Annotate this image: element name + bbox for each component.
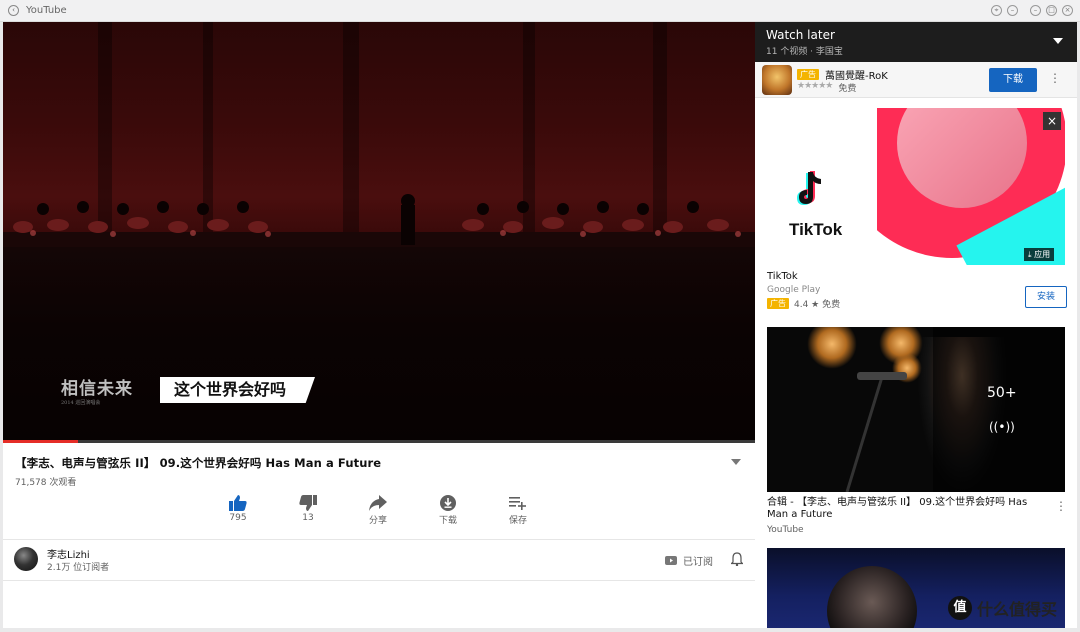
ad-app-name: 萬國覺醒-RoK — [825, 71, 888, 82]
watch-later-title: Watch later — [766, 28, 835, 42]
lyric-caption: 这个世界会好吗 — [160, 377, 315, 403]
thumbs-up-icon — [213, 493, 263, 513]
more-options-icon[interactable]: ⋮ — [1055, 499, 1067, 513]
dislike-count: 13 — [302, 513, 314, 523]
app-tag: ⤓ 应用 — [1024, 248, 1055, 261]
thumbs-down-icon — [283, 493, 333, 513]
ad-download-button[interactable]: 下载 — [989, 68, 1037, 92]
tiktok-wordmark: TikTok — [789, 220, 843, 239]
video-player[interactable]: 相信未来 2014 巡回演唱会 这个世界会好吗 — [3, 22, 755, 443]
ad-title[interactable]: TikTok — [767, 271, 798, 282]
youtube-play-icon — [665, 556, 677, 565]
share-button[interactable]: 分享 — [353, 493, 403, 526]
mix-title[interactable]: 合辑 - 【李志、电声与管弦乐 II】 09.这个世界会好吗 Has Man a… — [767, 497, 1037, 521]
ad-price: 免费 — [838, 84, 857, 94]
watch-later-header[interactable]: Watch later 11 个视频 · 李国宝 — [755, 22, 1077, 62]
singer-silhouette — [827, 566, 917, 628]
expand-description-icon[interactable] — [731, 459, 741, 465]
install-button[interactable]: 安装 — [1025, 286, 1067, 308]
download-button[interactable]: 下载 — [423, 493, 473, 526]
share-label: 分享 — [368, 516, 387, 526]
view-count: 71,578 次观看 — [15, 478, 77, 488]
download-label: 下载 — [438, 516, 457, 526]
channel-name[interactable]: 李志Lizhi — [47, 546, 90, 561]
tiktok-ad-image[interactable]: TikTok × ⤓ 应用 — [767, 108, 1065, 265]
like-count: 795 — [229, 513, 247, 523]
tiktok-logo-icon — [797, 171, 821, 205]
close-icon[interactable]: × — [1062, 5, 1073, 16]
mix-overlay — [933, 327, 1065, 492]
minimize-icon[interactable]: – — [1030, 5, 1041, 16]
more-options-icon[interactable]: ⋮ — [1049, 71, 1061, 85]
action-bar: 795 13 分享 下载 保存 — [203, 493, 563, 533]
notification-bell-icon[interactable] — [730, 551, 744, 570]
concert-logo: 相信未来 2014 巡回演唱会 — [61, 379, 133, 406]
window-back-icon[interactable]: ‹ — [8, 5, 19, 16]
smzdm-logo-icon: 值 — [948, 596, 972, 620]
ad-name-row: 广告 萬國覺醒-RoK — [797, 67, 888, 82]
subscriber-count: 2.1万 位订阅者 — [47, 563, 110, 573]
channel-row: 李志Lizhi 2.1万 位订阅者 已订阅 — [3, 540, 755, 580]
window-title: YouTube — [26, 5, 67, 16]
mix-thumbnail[interactable]: 50+ ((•)) — [767, 327, 1065, 492]
maximize-icon[interactable]: □ — [1046, 5, 1057, 16]
youtube-app: 相信未来 2014 巡回演唱会 这个世界会好吗 【李志、电声与管弦乐 II】 0… — [3, 22, 1077, 628]
save-label: 保存 — [508, 516, 527, 526]
video-title: 【李志、电声与管弦乐 II】 09.这个世界会好吗 Has Man a Futu… — [15, 456, 382, 470]
ad-badge: 广告 — [797, 69, 819, 80]
mix-video-count: 50+ — [987, 385, 1017, 401]
window-titlebar: ‹ YouTube ⌖ – – □ × — [0, 0, 1080, 22]
chevron-down-icon[interactable] — [1053, 38, 1063, 44]
ad-rating-row: 广告 4.4 ★ 免费 — [767, 297, 840, 310]
like-button[interactable]: 795 — [213, 493, 263, 523]
watermark: 值 什么值得买 — [948, 596, 1057, 620]
subscribed-label: 已订阅 — [683, 557, 713, 568]
watch-later-subtitle: 11 个视频 · 李国宝 — [766, 47, 843, 57]
mix-channel: YouTube — [767, 525, 804, 535]
pin-icon[interactable]: ⌖ — [991, 5, 1002, 16]
watermark-text: 什么值得买 — [977, 600, 1058, 619]
sidebar: Watch later 11 个视频 · 李国宝 广告 萬國覺醒-RoK ★★★… — [755, 22, 1077, 628]
ad-store: Google Play — [767, 285, 821, 295]
dislike-button[interactable]: 13 — [283, 493, 333, 523]
save-playlist-icon — [493, 493, 543, 513]
save-button[interactable]: 保存 — [493, 493, 543, 526]
app-ad-banner[interactable]: 广告 萬國覺醒-RoK ★★★★★ 免费 下载 ⋮ — [755, 62, 1077, 98]
close-ad-icon[interactable]: × — [1043, 112, 1061, 130]
divider — [3, 580, 755, 581]
minimize-alt-icon[interactable]: – — [1007, 5, 1018, 16]
subscribed-button[interactable]: 已订阅 — [665, 553, 713, 568]
broadcast-icon: ((•)) — [989, 420, 1015, 434]
star-rating: ★★★★★ — [797, 81, 833, 91]
download-icon — [423, 493, 473, 513]
ad-rating: 4.4 ★ 免费 — [794, 300, 841, 310]
ad-rating-row: ★★★★★ 免费 — [797, 81, 856, 94]
microphone-stand — [845, 372, 907, 492]
rok-app-icon — [762, 65, 792, 95]
channel-avatar[interactable] — [14, 547, 38, 571]
share-icon — [353, 493, 403, 513]
stage-floor — [3, 247, 755, 443]
video-meta: 【李志、电声与管弦乐 II】 09.这个世界会好吗 Has Man a Futu… — [3, 443, 755, 628]
ad-badge: 广告 — [767, 298, 789, 309]
